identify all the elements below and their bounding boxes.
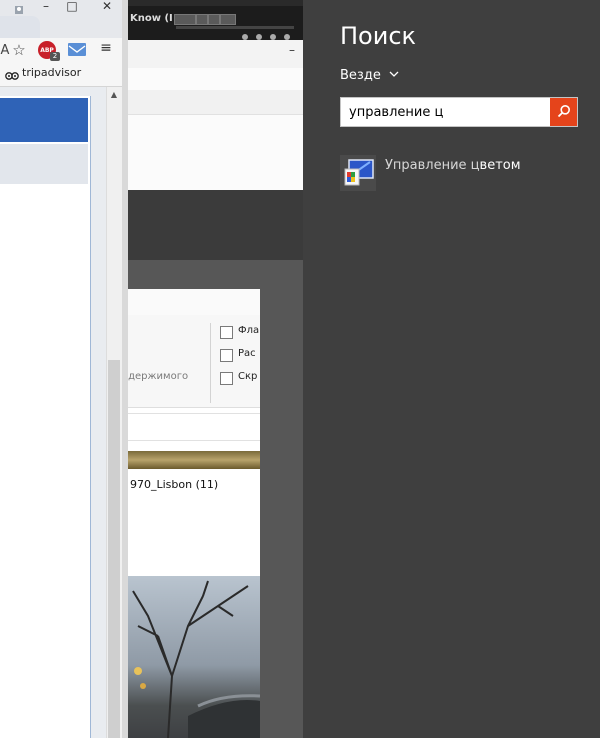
search-icon bbox=[557, 103, 571, 122]
browser-window: – □ ✕ A ☆ ABP 2 ≡ tripadvisor ▲ bbox=[0, 0, 128, 738]
search-input[interactable] bbox=[345, 98, 551, 126]
bookmark-star-icon[interactable]: ☆ bbox=[10, 41, 28, 59]
user-icon[interactable] bbox=[14, 0, 24, 14]
search-box bbox=[340, 97, 578, 127]
dark-window-band bbox=[128, 190, 303, 260]
mail-icon[interactable] bbox=[68, 43, 86, 56]
secondary-window-body bbox=[128, 68, 303, 190]
file-explorer-window: Фла Рас Скр одержимого 970_Lisbon (11) bbox=[128, 289, 260, 738]
media-play-button[interactable] bbox=[196, 14, 208, 25]
checkbox-label-2: Рас bbox=[238, 348, 256, 359]
browser-tab[interactable] bbox=[0, 16, 40, 38]
media-next-button[interactable] bbox=[220, 14, 236, 25]
page-panel bbox=[0, 96, 91, 738]
checkbox-item-3[interactable] bbox=[220, 372, 233, 385]
checkbox-item-2[interactable] bbox=[220, 349, 233, 362]
search-scope-dropdown[interactable]: Везде bbox=[340, 68, 399, 83]
secondary-window-ribbon bbox=[128, 90, 303, 115]
search-scope-label: Везде bbox=[340, 68, 381, 83]
media-menu-strip bbox=[128, 0, 303, 6]
scrollbar-thumb[interactable] bbox=[108, 360, 120, 738]
ribbon-divider bbox=[210, 323, 211, 403]
scroll-up-icon[interactable]: ▲ bbox=[108, 90, 120, 100]
search-result-label-rest: ветом bbox=[479, 158, 521, 173]
search-result-label-match: Управление ц bbox=[385, 158, 480, 173]
explorer-titlebar bbox=[128, 289, 260, 316]
media-volume-slider[interactable] bbox=[176, 26, 294, 29]
media-track-title: Know (I bbox=[130, 13, 173, 24]
tree-photo-icon bbox=[132, 580, 260, 738]
search-result-label: Управление цветом bbox=[385, 158, 521, 173]
secondary-window-minimize-button[interactable]: – bbox=[286, 44, 298, 56]
checkbox-label-1: Фла bbox=[238, 325, 260, 336]
maximize-button[interactable]: □ bbox=[62, 0, 82, 14]
adblock-badge: 2 bbox=[50, 52, 60, 61]
page-block bbox=[0, 144, 88, 184]
desktop-background: Know (I – Фла Рас Скр одержимого 970_Lis… bbox=[128, 0, 303, 738]
explorer-address-bar[interactable] bbox=[128, 413, 260, 441]
chevron-down-icon bbox=[389, 70, 399, 81]
charm-title: Поиск bbox=[340, 22, 417, 50]
page-header-bar bbox=[0, 98, 88, 142]
browser-menu-icon[interactable]: ≡ bbox=[98, 40, 114, 58]
checkbox-item-1[interactable] bbox=[220, 326, 233, 339]
ribbon-group-label: одержимого bbox=[128, 371, 189, 382]
search-button[interactable] bbox=[550, 98, 577, 126]
media-stop-button[interactable] bbox=[208, 14, 220, 25]
media-prev-button[interactable] bbox=[174, 14, 196, 25]
secondary-window-titlebar bbox=[128, 40, 303, 69]
minimize-button[interactable]: – bbox=[36, 0, 56, 14]
search-charm-panel: Поиск Везде Управление цв bbox=[303, 0, 600, 738]
color-management-icon bbox=[340, 155, 376, 191]
thumbnail-strip bbox=[128, 451, 260, 469]
search-result-item[interactable]: Управление цветом bbox=[340, 155, 570, 195]
translate-letter[interactable]: A bbox=[0, 42, 10, 58]
close-button[interactable]: ✕ bbox=[90, 0, 124, 14]
bookmark-tripadvisor[interactable]: tripadvisor bbox=[22, 66, 81, 79]
checkbox-label-3: Скр bbox=[238, 371, 258, 382]
tripadvisor-owl-icon bbox=[5, 67, 19, 80]
file-name-label[interactable]: 970_Lisbon (11) bbox=[130, 478, 218, 491]
